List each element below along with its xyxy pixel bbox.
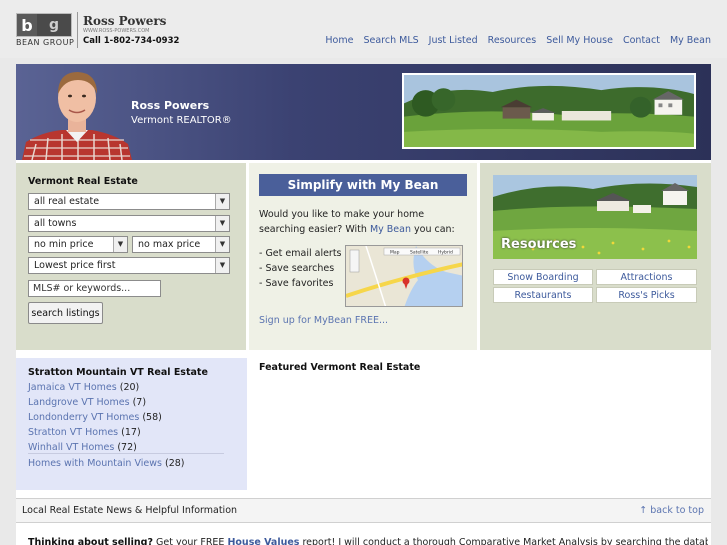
vermont-farm-image [402, 73, 696, 149]
selling-text-rest: report! I will conduct a thorough Compar… [302, 537, 708, 545]
map-tab-satellite: Satellite [410, 250, 429, 256]
resources-panel: Resources Snow Boarding Attractions Rest… [480, 163, 711, 350]
towns-select[interactable]: all towns ▼ [28, 215, 230, 232]
selling-paragraph: Thinking about selling? Get your FREE Ho… [28, 537, 708, 545]
sort-select[interactable]: Lowest price first ▼ [28, 257, 230, 274]
nav-just-listed[interactable]: Just Listed [429, 35, 478, 46]
agent-phone: Call 1-802-734-0932 [83, 36, 180, 46]
news-title: Local Real Estate News & Helpful Informa… [22, 505, 238, 516]
agent-name: Ross Powers [83, 14, 167, 28]
town-link-jamaica[interactable]: Jamaica VT Homes [28, 382, 117, 393]
selling-lead: Thinking about selling? [28, 537, 153, 545]
nav-contact[interactable]: Contact [623, 35, 660, 46]
mybean-heading: Simplify with My Bean [259, 174, 467, 196]
feature-save-favorites: - Save favorites [259, 278, 334, 289]
feature-email-alerts: - Get email alerts [259, 248, 342, 259]
list-item: Jamaica VT Homes (20) [28, 380, 162, 395]
sort-value: Lowest price first [34, 260, 116, 271]
resources-image[interactable]: Resources [493, 175, 697, 259]
banner-agent-name: Ross Powers [131, 99, 210, 112]
agent-website: WWW.ROSS-POWERS.COM [83, 28, 150, 34]
search-panel: Vermont Real Estate all real estate ▼ al… [16, 163, 246, 350]
main-content: Ross Powers Vermont REALTOR® Vermont Rea… [16, 64, 711, 545]
town-count: (7) [132, 397, 147, 408]
main-navigation: Home Search MLS Just Listed Resources Se… [325, 35, 711, 46]
list-item: Londonderry VT Homes (58) [28, 410, 162, 425]
chevron-down-icon: ▼ [215, 194, 229, 209]
min-price-select[interactable]: no min price ▼ [28, 236, 128, 253]
map-tab-map: Map [390, 250, 400, 256]
resource-restaurants[interactable]: Restaurants [493, 287, 593, 303]
selling-text: Get your FREE [153, 537, 228, 545]
mybean-link[interactable]: My Bean [370, 224, 411, 235]
town-link-stratton[interactable]: Stratton VT Homes [28, 427, 118, 438]
news-bar: Local Real Estate News & Helpful Informa… [16, 498, 711, 523]
max-price-value: no max price [138, 239, 201, 250]
keywords-input[interactable]: MLS# or keywords... [28, 280, 161, 297]
search-panel-title: Vermont Real Estate [28, 176, 138, 187]
nav-search-mls[interactable]: Search MLS [363, 35, 418, 46]
top-header: b g BEAN GROUP Ross Powers WWW.ROSS-POWE… [0, 0, 727, 58]
map-graphic: Map Satellite Hybrid [346, 246, 462, 306]
chevron-down-icon: ▼ [215, 258, 229, 273]
logo-letter-g: g [37, 14, 71, 36]
list-item: Homes with Mountain Views (28) [28, 458, 185, 469]
mybean-intro: Would you like to make your home searchi… [259, 207, 464, 237]
list-item: Stratton VT Homes (17) [28, 425, 162, 440]
logo-letter-b: b [17, 14, 37, 36]
mountain-views-count: (28) [165, 458, 185, 469]
town-count: (58) [142, 412, 162, 423]
stratton-divider [28, 453, 224, 454]
mybean-signup-link[interactable]: Sign up for MyBean FREE... [259, 315, 388, 326]
mybean-panel: Simplify with My Bean Would you like to … [249, 163, 477, 350]
map-tab-hybrid: Hybrid [438, 250, 453, 256]
mountain-views-link[interactable]: Homes with Mountain Views [28, 458, 162, 469]
chevron-down-icon: ▼ [215, 216, 229, 231]
max-price-select[interactable]: no max price ▼ [132, 236, 230, 253]
nav-resources[interactable]: Resources [488, 35, 537, 46]
stratton-town-list: Jamaica VT Homes (20) Landgrove VT Homes… [28, 380, 162, 455]
back-to-top-link[interactable]: ↑ back to top [639, 505, 704, 516]
nav-my-bean[interactable]: My Bean [670, 35, 711, 46]
resource-snow-boarding[interactable]: Snow Boarding [493, 269, 593, 285]
stratton-panel: Stratton Mountain VT Real Estate Jamaica… [16, 358, 247, 490]
search-listings-button[interactable]: search listings [28, 302, 103, 324]
map-preview: Map Satellite Hybrid [345, 245, 463, 307]
town-count: (72) [117, 442, 137, 453]
towns-value: all towns [34, 218, 77, 229]
property-type-select[interactable]: all real estate ▼ [28, 193, 230, 210]
chevron-down-icon: ▼ [215, 237, 229, 252]
nav-home[interactable]: Home [325, 35, 353, 46]
list-item: Landgrove VT Homes (7) [28, 395, 162, 410]
banner-agent-title: Vermont REALTOR® [131, 115, 232, 126]
town-count: (17) [121, 427, 141, 438]
mybean-feature-list: - Get email alerts - Save searches - Sav… [259, 246, 342, 291]
property-type-value: all real estate [34, 196, 100, 207]
agent-portrait-image [22, 72, 132, 160]
bean-group-logo[interactable]: b g [16, 13, 72, 37]
chevron-down-icon: ▼ [113, 237, 127, 252]
stratton-title: Stratton Mountain VT Real Estate [28, 367, 208, 378]
town-count: (20) [119, 382, 140, 393]
header-divider [77, 12, 78, 48]
town-link-winhall[interactable]: Winhall VT Homes [28, 442, 114, 453]
resource-ross-picks[interactable]: Ross's Picks [596, 287, 697, 303]
featured-title: Featured Vermont Real Estate [259, 362, 421, 373]
town-link-londonderry[interactable]: Londonderry VT Homes [28, 412, 139, 423]
house-values-link[interactable]: House Values [227, 537, 299, 545]
mybean-intro-text-end: you can: [410, 224, 455, 235]
resource-attractions[interactable]: Attractions [596, 269, 697, 285]
min-price-value: no min price [34, 239, 94, 250]
feature-save-searches: - Save searches [259, 263, 335, 274]
nav-sell-my-house[interactable]: Sell My House [546, 35, 613, 46]
town-link-landgrove[interactable]: Landgrove VT Homes [28, 397, 130, 408]
resources-label: Resources [501, 237, 577, 252]
agent-banner: Ross Powers Vermont REALTOR® [16, 64, 711, 160]
brand-name: BEAN GROUP [16, 38, 75, 47]
